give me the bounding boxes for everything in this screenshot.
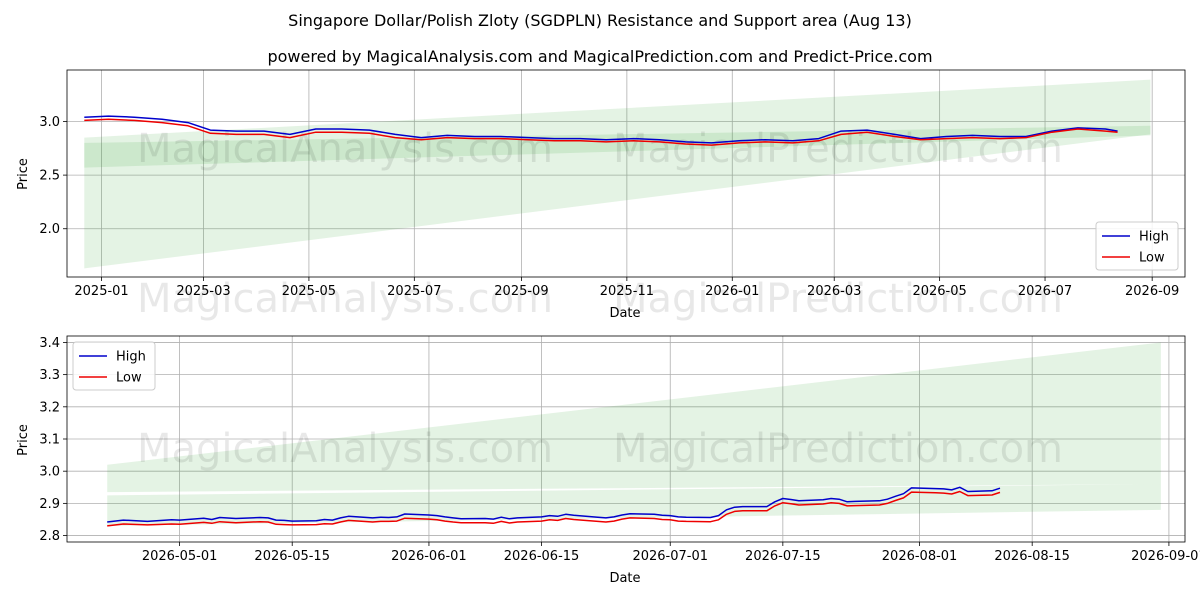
bottom-x-tick-label: 2026-06-01 (391, 549, 467, 564)
top-y-tick-label: 2.5 (39, 169, 60, 184)
bottom-x-tick-label: 2026-08-01 (882, 549, 958, 564)
top-x-tick-label: 2026-05 (912, 284, 966, 299)
bottom-y-tick-label: 3.1 (39, 433, 60, 448)
bottom-y-tick-label: 2.9 (39, 497, 60, 512)
top-x-axis-label: Date (609, 306, 640, 321)
watermark-prediction: MagicalPrediction.com (613, 426, 1063, 472)
top-x-tick-label: 2025-11 (600, 284, 654, 299)
bottom-y-tick-label: 3.0 (39, 465, 60, 480)
bottom-y-tick-label: 3.4 (39, 336, 60, 351)
bottom-x-tick-label: 2026-09-01 (1131, 549, 1200, 564)
bottom-legend-label-low: Low (116, 371, 142, 386)
watermark-analysis: MagicalAnalysis.com (137, 426, 553, 472)
bottom-x-tick-label: 2026-06-15 (504, 549, 580, 564)
bottom-x-tick-label: 2026-08-15 (994, 549, 1070, 564)
bottom-y-tick-label: 3.2 (39, 400, 60, 415)
top-x-tick-label: 2025-03 (176, 284, 230, 299)
watermark-prediction: MagicalPrediction.com (613, 276, 1063, 322)
bottom-x-tick-label: 2026-05-15 (254, 549, 330, 564)
bottom-y-tick-label: 3.3 (39, 368, 60, 383)
top-x-tick-label: 2025-07 (387, 284, 441, 299)
top-x-tick-label: 2026-07 (1018, 284, 1072, 299)
bottom-x-axis-label: Date (609, 571, 640, 586)
top-chart-legend: High Low (1095, 221, 1179, 271)
top-x-tick-label: 2025-09 (494, 284, 548, 299)
bottom-y-axis-label: Price (16, 424, 31, 456)
bottom-x-tick-label: 2026-07-15 (745, 549, 821, 564)
watermark-analysis: MagicalAnalysis.com (137, 276, 553, 322)
chart-title: Singapore Dollar/Polish Zloty (SGDPLN) R… (288, 11, 912, 30)
top-y-axis-label: Price (16, 158, 31, 190)
top-y-tick-label: 2.0 (39, 222, 60, 237)
figure: Singapore Dollar/Polish Zloty (SGDPLN) R… (0, 0, 1200, 600)
top-legend-label-high: High (1139, 230, 1169, 245)
top-legend-label-low: Low (1139, 251, 1165, 266)
top-x-tick-label: 2026-03 (807, 284, 861, 299)
bottom-x-tick-label: 2026-07-01 (632, 549, 708, 564)
chart-subtitle: powered by MagicalAnalysis.com and Magic… (267, 47, 932, 66)
top-x-tick-label: 2026-09 (1125, 284, 1179, 299)
bottom-y-tick-label: 2.8 (39, 529, 60, 544)
bottom-legend-label-high: High (116, 350, 146, 365)
bottom-x-tick-label: 2026-05-01 (142, 549, 218, 564)
top-x-tick-label: 2025-01 (74, 284, 128, 299)
top-x-tick-label: 2026-01 (705, 284, 759, 299)
top-y-tick-label: 3.0 (39, 115, 60, 130)
top-x-tick-label: 2025-05 (282, 284, 336, 299)
bottom-chart-legend: High Low (72, 341, 156, 391)
